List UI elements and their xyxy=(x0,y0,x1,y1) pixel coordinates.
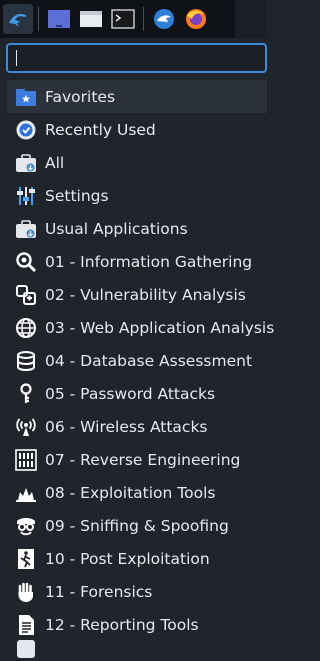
category-usual-applications[interactable]: Usual Applications xyxy=(0,212,267,245)
category-partial-next[interactable] xyxy=(0,639,267,658)
category-recently-used[interactable]: Recently Used xyxy=(0,113,267,146)
category-reporting-tools[interactable]: 12 - Reporting Tools xyxy=(0,608,267,641)
category-post-exploitation[interactable]: 10 - Post Exploitation xyxy=(0,542,267,575)
taskbar xyxy=(0,0,267,38)
taskbar-separator xyxy=(38,7,39,31)
category-web-application-analysis[interactable]: 03 - Web Application Analysis xyxy=(0,311,274,344)
kali-menu-icon[interactable] xyxy=(3,4,33,34)
category-exploitation-tools[interactable]: 08 - Exploitation Tools xyxy=(0,476,267,509)
search-input[interactable] xyxy=(8,45,265,71)
recently-used-icon xyxy=(14,118,38,142)
category-label: 09 - Sniffing & Spoofing xyxy=(45,516,229,535)
workspace-icon[interactable] xyxy=(44,4,74,34)
category-label: 04 - Database Assessment xyxy=(45,351,253,370)
usual-apps-icon xyxy=(14,217,38,241)
kali-browser-icon[interactable] xyxy=(149,4,179,34)
search-field[interactable] xyxy=(6,43,267,73)
category-sniffing-spoofing[interactable]: 09 - Sniffing & Spoofing xyxy=(0,509,267,542)
magnifier-icon xyxy=(14,250,38,274)
category-label: 07 - Reverse Engineering xyxy=(45,450,241,469)
category-wireless-attacks[interactable]: 06 - Wireless Attacks xyxy=(0,410,267,443)
category-label: All xyxy=(45,153,65,172)
category-label: 08 - Exploitation Tools xyxy=(45,483,216,502)
category-label: 10 - Post Exploitation xyxy=(45,549,210,568)
category-label: 11 - Forensics xyxy=(45,582,153,601)
category-label: Favorites xyxy=(45,87,116,106)
category-information-gathering[interactable]: 01 - Information Gathering xyxy=(0,245,267,278)
firefox-icon[interactable] xyxy=(181,4,211,34)
category-forensics[interactable]: 11 - Forensics xyxy=(0,575,267,608)
taskbar-separator xyxy=(143,7,144,31)
wireless-icon xyxy=(14,415,38,439)
category-label: 06 - Wireless Attacks xyxy=(45,417,208,436)
category-label: 02 - Vulnerability Analysis xyxy=(45,285,246,304)
category-favorites[interactable]: Favorites xyxy=(7,80,267,113)
category-label: Usual Applications xyxy=(45,219,188,238)
category-vulnerability-analysis[interactable]: 02 - Vulnerability Analysis xyxy=(0,278,267,311)
vuln-icon xyxy=(14,283,38,307)
category-label: 05 - Password Attacks xyxy=(45,384,216,403)
category-password-attacks[interactable]: 05 - Password Attacks xyxy=(0,377,267,410)
globe-icon xyxy=(14,316,38,340)
favorites-icon xyxy=(14,85,38,109)
sniffing-icon xyxy=(14,514,38,538)
category-label: 03 - Web Application Analysis xyxy=(45,318,275,337)
category-settings[interactable]: Settings xyxy=(0,179,267,212)
all-apps-icon xyxy=(14,151,38,175)
settings-icon xyxy=(14,184,38,208)
key-icon xyxy=(14,382,38,406)
category-label: Settings xyxy=(45,186,109,205)
category-all[interactable]: All xyxy=(0,146,267,179)
binary-icon xyxy=(14,448,38,472)
taskbar-empty-area xyxy=(235,0,267,38)
category-reverse-engineering[interactable]: 07 - Reverse Engineering xyxy=(0,443,267,476)
category-label: Recently Used xyxy=(45,120,156,139)
terminal-icon[interactable] xyxy=(108,4,138,34)
text-caret xyxy=(16,50,17,66)
hand-icon xyxy=(14,580,38,604)
file-manager-icon[interactable] xyxy=(76,4,106,34)
category-database-assessment[interactable]: 04 - Database Assessment xyxy=(0,344,267,377)
database-icon xyxy=(14,349,38,373)
report-icon xyxy=(14,613,38,637)
exploit-icon xyxy=(14,481,38,505)
category-list: Favorites Recently Used All Settings Usu… xyxy=(0,80,274,658)
category-label: 12 - Reporting Tools xyxy=(45,615,199,634)
category-partial-icon xyxy=(14,637,38,661)
post-exploit-icon xyxy=(14,547,38,571)
category-label: 01 - Information Gathering xyxy=(45,252,253,271)
